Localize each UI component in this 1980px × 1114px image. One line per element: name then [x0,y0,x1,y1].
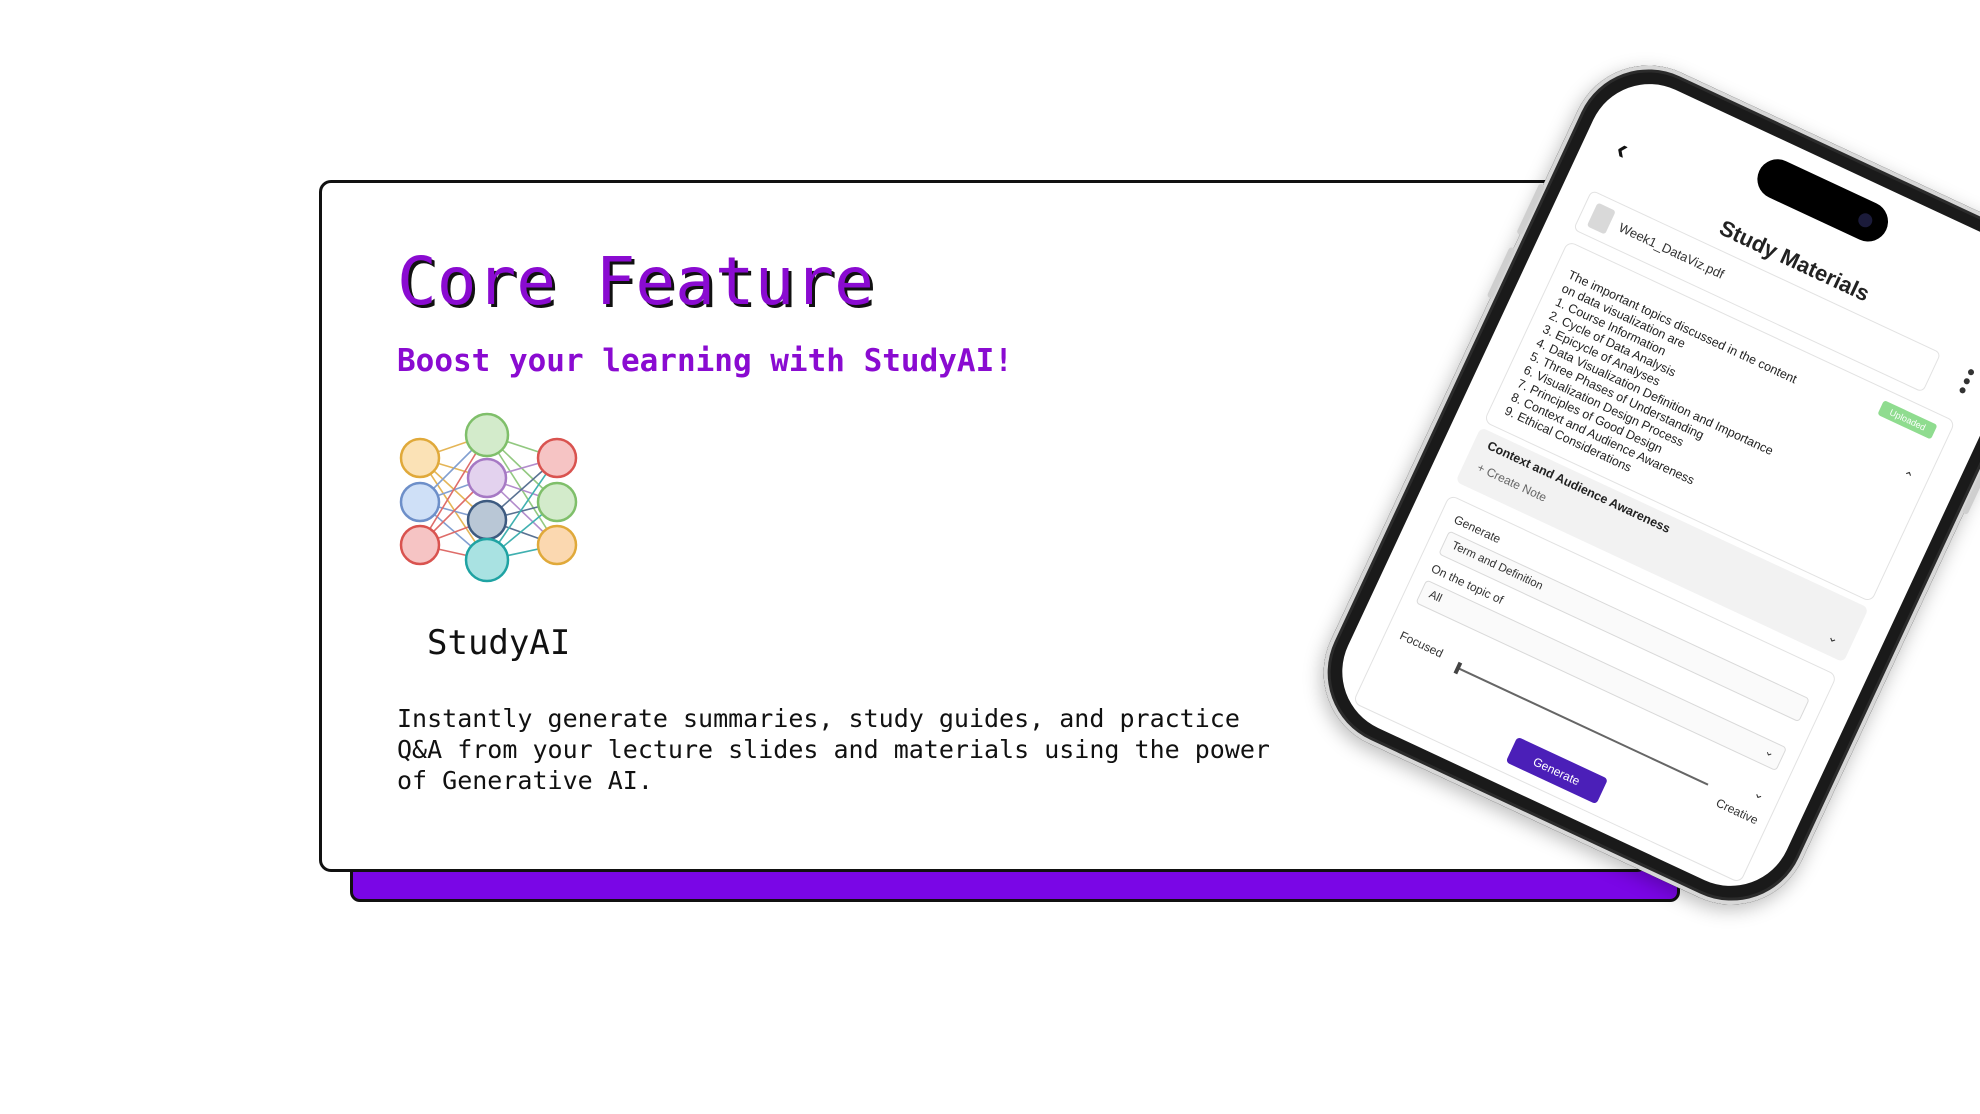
topic-select-value: All [1426,588,1444,605]
file-icon [1586,202,1616,235]
chevron-down-icon[interactable]: ⌄ [1751,785,1767,804]
more-vertical-icon[interactable] [1957,368,1975,398]
page-subtitle: Boost your learning with StudyAI! [397,343,1013,379]
page-title: Core Feature [397,243,874,320]
slider-min-label: Focused [1397,628,1446,661]
generate-button[interactable]: Generate [1505,736,1609,805]
chevron-up-icon[interactable]: ⌃ [1899,468,1915,487]
logo-text: StudyAI [427,623,571,663]
camera-icon [1855,210,1875,230]
feature-description: Instantly generate summaries, study guid… [397,704,1270,795]
neural-network-logo-icon [399,412,578,583]
chevron-down-icon: ⌄ [1762,745,1777,761]
chevron-down-icon[interactable]: ⌄ [1825,628,1841,647]
